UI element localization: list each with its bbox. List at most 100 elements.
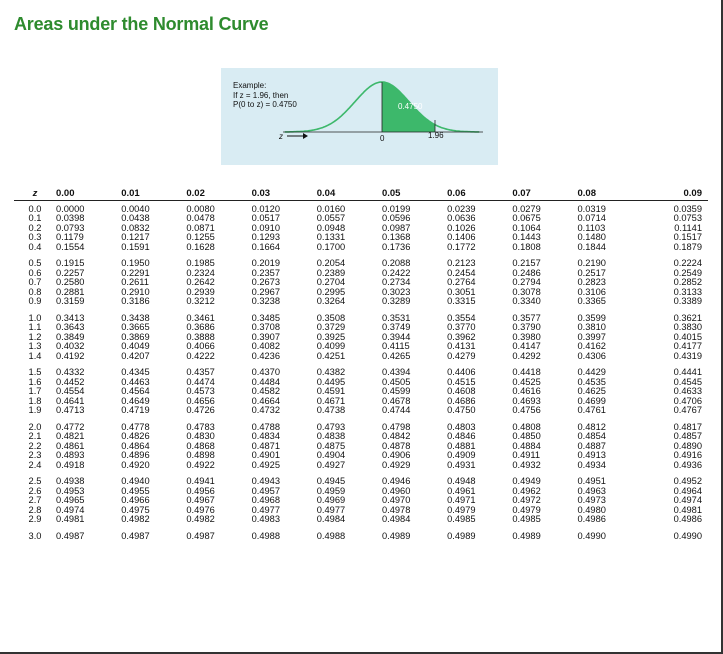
table-cell: 0.4406 bbox=[447, 367, 476, 377]
z-axis-label: z bbox=[278, 132, 283, 141]
table-cell: 0.2190 bbox=[577, 258, 606, 268]
table-cell: 0.0120 bbox=[251, 203, 280, 214]
table-cell: 0.4941 bbox=[186, 476, 215, 486]
column-header: 0.07 bbox=[512, 184, 578, 201]
table-cell: 0.4279 bbox=[447, 350, 476, 361]
table-cell: 0.3621 bbox=[673, 312, 702, 323]
table-cell: 0.4292 bbox=[512, 350, 541, 361]
table-body: 0.0 0.0000 0.0040 0.0080 0.0120 0.0160 0.0199 0… bbox=[14, 200, 708, 541]
table-cell: 0.1915 bbox=[56, 258, 85, 268]
row-z-value: 1.5 bbox=[28, 367, 42, 377]
normal-table-container: z 0.00 0.01 0.02 0.03 0.04 0.05 0.06 0.07 0.08 0.0… bbox=[14, 184, 708, 541]
table-row: 2.4 0.4918 0.4920 0.4922 0.4925 0.4927 0.4929 0… bbox=[14, 459, 708, 471]
table-cell: 0.4938 bbox=[56, 476, 85, 486]
row-z-value: 0.4 bbox=[28, 241, 42, 252]
table-cell: 0.4984 bbox=[381, 514, 411, 524]
example-text: Example: If z = 1.96, then P(0 to z) = 0… bbox=[233, 81, 297, 110]
table-cell: 0.0040 bbox=[121, 203, 150, 214]
table-cell: 0.3599 bbox=[577, 312, 606, 323]
table-cell: 0.4808 bbox=[512, 421, 541, 432]
row-z-value: 0.9 bbox=[28, 296, 42, 306]
table-cell: 0.4357 bbox=[186, 367, 215, 377]
table-cell: 0.1591 bbox=[121, 241, 150, 252]
table-cell: 0.4222 bbox=[186, 350, 215, 361]
table-cell: 0.4236 bbox=[251, 350, 280, 361]
table-cell: 0.2088 bbox=[381, 258, 411, 268]
table-cell: 0.4984 bbox=[316, 514, 346, 524]
table-row: 1.0 0.3413 0.3438 0.3461 0.3485 0.3508 0.3531 0… bbox=[14, 307, 708, 324]
table-cell: 0.4936 bbox=[673, 459, 702, 470]
table-cell: 0.4418 bbox=[512, 367, 541, 377]
table-cell: 0.0279 bbox=[512, 203, 541, 214]
area-label: 0.4750 bbox=[398, 102, 423, 111]
table-cell: 0.4732 bbox=[251, 405, 280, 415]
table-cell: 0.4987 bbox=[186, 530, 215, 541]
table-cell: 0.4986 bbox=[577, 514, 606, 524]
column-header: 0.05 bbox=[381, 184, 448, 201]
table-cell: 0.4949 bbox=[512, 476, 541, 486]
table-cell: 0.4952 bbox=[673, 476, 702, 486]
table-row: 1.9 0.4713 0.4719 0.4726 0.4732 0.4738 0.4744 0… bbox=[14, 405, 708, 416]
table-cell: 0.3186 bbox=[121, 296, 150, 306]
table-cell: 0.3438 bbox=[121, 312, 150, 323]
table-row: 0.5 0.1915 0.1950 0.1985 0.2019 0.2054 0.2088 0… bbox=[14, 252, 708, 269]
column-header: 0.08 bbox=[577, 184, 643, 201]
row-z-value: 2.9 bbox=[28, 514, 42, 524]
table-cell: 0.4192 bbox=[56, 350, 85, 361]
tick-zero-label: 0 bbox=[380, 134, 385, 143]
table-cell: 0.4922 bbox=[186, 459, 215, 470]
table-cell: 0.4987 bbox=[121, 530, 150, 541]
table-cell: 0.4345 bbox=[121, 367, 150, 377]
table-cell: 0.4738 bbox=[316, 405, 346, 415]
table-row: 1.4 0.4192 0.4207 0.4222 0.4236 0.4251 0.4265 0… bbox=[14, 350, 708, 362]
table-cell: 0.2157 bbox=[512, 258, 541, 268]
column-header: 0.06 bbox=[447, 184, 513, 201]
table-cell: 0.2123 bbox=[447, 258, 476, 268]
table-cell: 0.4989 bbox=[447, 530, 476, 541]
column-header: 0.01 bbox=[121, 184, 187, 201]
row-z-value: 1.9 bbox=[28, 405, 42, 415]
table-cell: 0.4778 bbox=[121, 421, 150, 432]
table-cell: 0.4803 bbox=[447, 421, 476, 432]
table-cell: 0.4761 bbox=[577, 405, 606, 415]
table-cell: 0.1554 bbox=[56, 241, 85, 252]
table-cell: 0.3531 bbox=[381, 312, 411, 323]
table-cell: 0.4943 bbox=[251, 476, 280, 486]
table-cell: 0.3554 bbox=[447, 312, 476, 323]
table-cell: 0.3238 bbox=[251, 296, 280, 306]
row-z-value: 2.4 bbox=[28, 459, 42, 470]
table-cell: 0.4945 bbox=[316, 476, 346, 486]
table-cell: 0.4441 bbox=[673, 367, 702, 377]
table-cell: 0.1879 bbox=[673, 241, 702, 252]
table-cell: 0.0199 bbox=[381, 203, 411, 214]
example-line-3: P(0 to z) = 0.4750 bbox=[233, 100, 297, 109]
table-cell: 0.4931 bbox=[447, 459, 476, 470]
table-cell: 0.3289 bbox=[381, 296, 411, 306]
table-cell: 0.0359 bbox=[673, 203, 702, 214]
table-cell: 0.1628 bbox=[186, 241, 215, 252]
column-header-z: z bbox=[14, 184, 56, 201]
table-cell: 0.4985 bbox=[512, 514, 541, 524]
table-cell: 0.1808 bbox=[512, 241, 541, 252]
table-cell: 0.3159 bbox=[56, 296, 85, 306]
table-cell: 0.4750 bbox=[447, 405, 476, 415]
table-header-row: z 0.00 0.01 0.02 0.03 0.04 0.05 0.06 0.07 0.08 0.0… bbox=[14, 184, 708, 201]
table-cell: 0.4812 bbox=[577, 421, 606, 432]
table-cell: 0.1844 bbox=[577, 241, 606, 252]
table-cell: 0.2224 bbox=[673, 258, 702, 268]
column-header: 0.04 bbox=[316, 184, 382, 201]
table-row: 2.9 0.4981 0.4982 0.4982 0.4983 0.4984 0.4984 0… bbox=[14, 514, 708, 525]
table-cell: 0.3264 bbox=[316, 296, 346, 306]
table-cell: 0.3212 bbox=[186, 296, 215, 306]
table-cell: 0.4927 bbox=[316, 459, 346, 470]
row-z-value: 2.0 bbox=[28, 421, 42, 432]
table-cell: 0.0160 bbox=[316, 203, 346, 214]
table-cell: 0.4772 bbox=[56, 421, 85, 432]
table-cell: 0.4940 bbox=[121, 476, 150, 486]
table-cell: 0.4817 bbox=[673, 421, 702, 432]
column-header: 0.09 bbox=[642, 184, 708, 201]
table-cell: 0.4429 bbox=[577, 367, 606, 377]
page-title: Areas under the Normal Curve bbox=[14, 14, 269, 34]
table-cell: 0.4798 bbox=[381, 421, 411, 432]
table-row: 0.0 0.0000 0.0040 0.0080 0.0120 0.0160 0.0199 0… bbox=[14, 200, 708, 214]
